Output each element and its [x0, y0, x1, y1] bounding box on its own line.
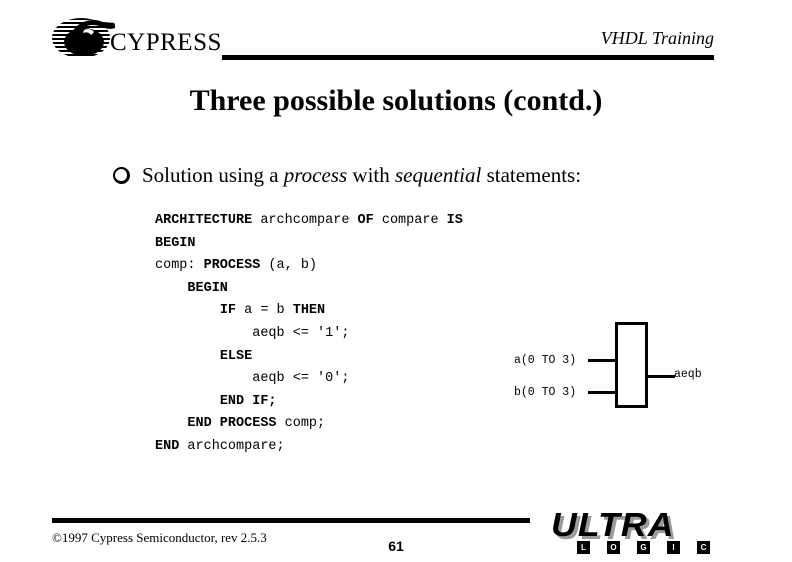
- code-keyword: PROCESS: [203, 258, 261, 274]
- schematic-input-a-wire: [588, 359, 616, 362]
- header-divider-rule: [222, 55, 714, 60]
- code-keyword: BEGIN: [187, 280, 228, 296]
- code-line: BEGIN: [155, 233, 463, 256]
- cypress-mark-icon: [52, 16, 115, 60]
- code-line: aeqb <= '1';: [155, 325, 350, 341]
- code-line: END PROCESS comp;: [187, 416, 326, 432]
- code-keyword: END: [155, 438, 180, 454]
- cypress-logo: CYPRESS: [52, 16, 222, 64]
- schematic-output-wire: [647, 375, 675, 378]
- code-keyword: ELSE: [219, 348, 253, 364]
- slide-title: Three possible solutions (contd.): [189, 84, 603, 117]
- code-keyword: ARCHITECTURE: [155, 213, 253, 228]
- logic-letter-cell: C: [697, 541, 710, 554]
- logic-wordmark: LOGIC: [577, 541, 710, 554]
- emphasised-term: process: [283, 163, 348, 187]
- footer-divider-rule: [52, 518, 530, 523]
- code-line: END IF;: [155, 391, 463, 414]
- code-keyword: END IF;: [219, 393, 277, 409]
- code-keyword: END PROCESS: [187, 416, 277, 432]
- bullet-item: Solution using a process with sequential…: [113, 163, 581, 188]
- ultra-logic-logo: ULTRA L O G I C: [551, 508, 719, 556]
- code-line: BEGIN: [155, 278, 463, 301]
- code-keyword: BEGIN: [155, 235, 196, 251]
- logic-letter-cell: L: [577, 541, 590, 554]
- code-line: END archcompare;: [155, 438, 285, 454]
- bullet-item-label: Solution using a process with sequential…: [142, 163, 582, 187]
- schematic-input-a-label: a(0 TO 3): [514, 354, 577, 367]
- code-keyword: IS: [446, 213, 463, 228]
- schematic-diagram: a(0 TO 3) b(0 TO 3) aeqb: [500, 315, 730, 415]
- schematic-input-b-wire: [588, 391, 616, 394]
- cypress-wordmark: CYPRESS: [110, 29, 222, 56]
- hollow-circle-bullet-icon: [113, 167, 130, 184]
- logic-letter-cell: O: [607, 541, 620, 554]
- code-line: ELSE: [155, 346, 463, 369]
- schematic-input-b-label: b(0 TO 3): [514, 386, 577, 399]
- code-line: aeqb <= '0';: [155, 371, 350, 387]
- schematic-component-box: [615, 322, 648, 408]
- code-keyword: THEN: [292, 303, 326, 319]
- schematic-output-label: aeqb: [674, 368, 702, 381]
- emphasised-term: sequential: [395, 163, 482, 187]
- vhdl-code-block: ARCHITECTURE archcompare OF compare IS BE…: [155, 210, 463, 459]
- logic-letter-cell: I: [667, 541, 680, 554]
- code-line: ARCHITECTURE archcompare OF compare IS: [155, 213, 463, 228]
- code-line: comp: PROCESS (a, b): [155, 258, 318, 274]
- ultra-wordmark: ULTRA: [551, 506, 675, 543]
- code-keyword: IF: [219, 303, 237, 319]
- code-keyword: OF: [357, 213, 374, 228]
- logic-letter-cell: G: [637, 541, 650, 554]
- code-line: IF a = b THEN: [219, 303, 326, 319]
- header-title: VHDL Training: [600, 28, 714, 48]
